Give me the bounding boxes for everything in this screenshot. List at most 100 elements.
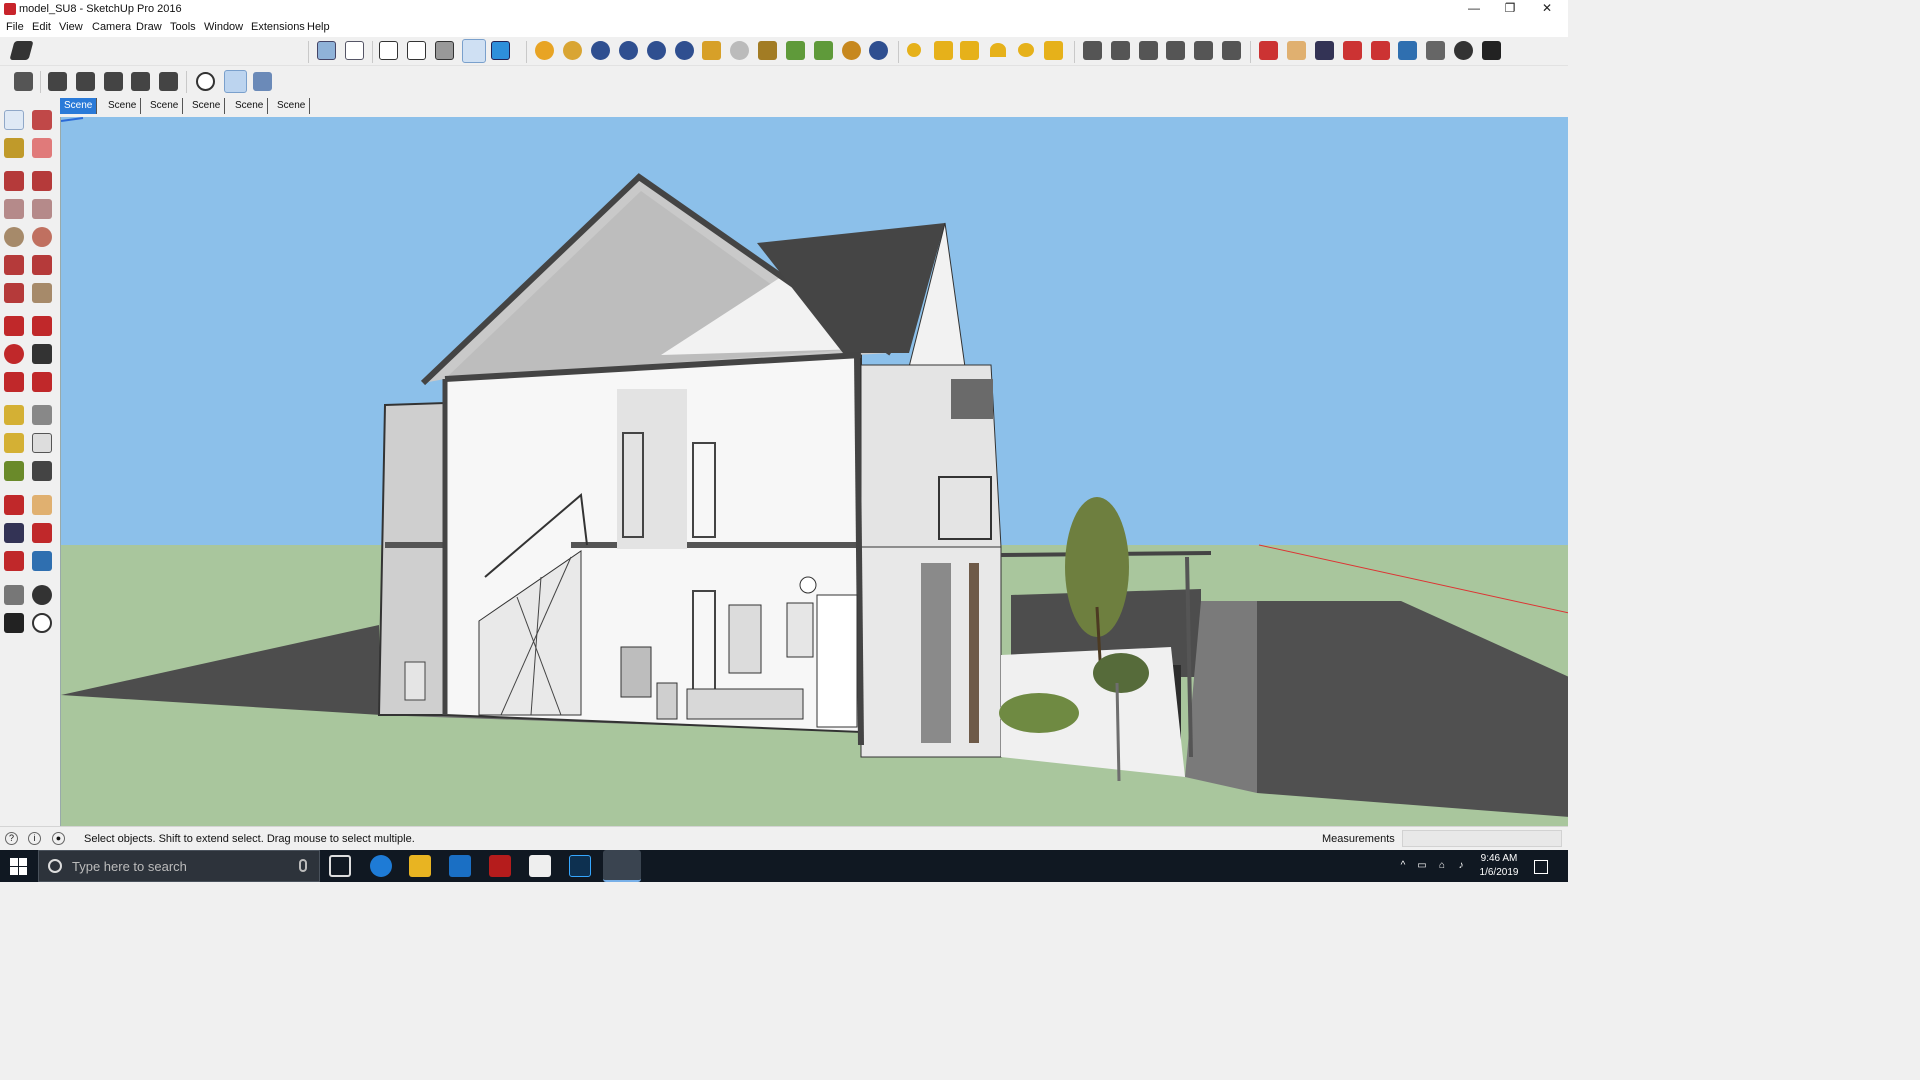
- scale-tool-icon[interactable]: [4, 372, 24, 392]
- rectangle-tool-icon[interactable]: [4, 199, 24, 219]
- zoom-icon[interactable]: [1315, 41, 1334, 60]
- orbit-icon[interactable]: [1259, 41, 1278, 60]
- help-question-icon[interactable]: [675, 41, 694, 60]
- plant-group-icon[interactable]: [814, 41, 833, 60]
- zoom-extents-tool-icon[interactable]: [4, 551, 24, 571]
- taskbar-clock[interactable]: 9:46 AM 1/6/2019: [1476, 852, 1522, 880]
- dome-light-icon[interactable]: [990, 43, 1006, 57]
- store-icon[interactable]: [449, 855, 471, 877]
- extension-tag-icon[interactable]: [702, 41, 721, 60]
- zoom-window-tool-icon[interactable]: [32, 523, 52, 543]
- three-point-arc-icon[interactable]: [4, 283, 24, 303]
- extension-m-icon[interactable]: [535, 41, 554, 60]
- pause-icon[interactable]: [869, 41, 888, 60]
- tab-scene-5[interactable]: Scene 5: [231, 98, 269, 127]
- line-tool-icon[interactable]: [4, 171, 24, 191]
- lamp-icon[interactable]: [934, 41, 953, 60]
- measurements-input[interactable]: [1402, 830, 1562, 847]
- light-sphere-icon[interactable]: [1018, 43, 1034, 57]
- component-1-icon[interactable]: [48, 72, 67, 91]
- 3d-text-icon[interactable]: [32, 461, 52, 481]
- sketchup-taskbar-icon[interactable]: [603, 850, 641, 882]
- polygon-tool-icon[interactable]: [32, 227, 52, 247]
- zoom-window-icon[interactable]: [1343, 41, 1362, 60]
- menu-help[interactable]: Help: [307, 21, 330, 33]
- menu-tools[interactable]: Tools: [170, 21, 196, 33]
- tab-scene-1[interactable]: Scene 1: [60, 98, 98, 127]
- plant-icon[interactable]: [786, 41, 805, 60]
- battery-icon[interactable]: ▭: [1416, 860, 1428, 872]
- view-iso-icon[interactable]: [1083, 41, 1102, 60]
- extension-r-icon[interactable]: [591, 41, 610, 60]
- rotated-rectangle-icon[interactable]: [32, 199, 52, 219]
- spotlight-icon[interactable]: [960, 41, 979, 60]
- extension-rt-icon[interactable]: [619, 41, 638, 60]
- section-plane-icon[interactable]: [196, 72, 215, 91]
- freehand-tool-icon[interactable]: [32, 171, 52, 191]
- zoom-tool-icon[interactable]: [4, 523, 24, 543]
- component-5-icon[interactable]: [159, 72, 178, 91]
- component-2-icon[interactable]: [76, 72, 95, 91]
- dimension-tool-icon[interactable]: [32, 405, 52, 425]
- menu-view[interactable]: View: [59, 21, 83, 33]
- volume-icon[interactable]: ♪: [1455, 860, 1467, 872]
- menu-draw[interactable]: Draw: [136, 21, 162, 33]
- view-back-icon[interactable]: [1194, 41, 1213, 60]
- photoshop-icon[interactable]: [569, 855, 591, 877]
- menu-edit[interactable]: Edit: [32, 21, 51, 33]
- tab-scene-2[interactable]: Scene 2: [104, 98, 142, 127]
- target-icon[interactable]: [842, 41, 861, 60]
- eraser-icon[interactable]: [32, 138, 52, 158]
- info-icon[interactable]: i: [28, 832, 41, 845]
- tab-scene-6[interactable]: Scene 6: [273, 98, 311, 127]
- position-camera-icon[interactable]: [1426, 41, 1445, 60]
- back-edges-style-icon[interactable]: [345, 41, 364, 60]
- taskbar-search-box[interactable]: Type here to search: [38, 850, 320, 882]
- wireframe-style-icon[interactable]: [379, 41, 398, 60]
- offset-tool-icon[interactable]: [32, 372, 52, 392]
- light-wand-icon[interactable]: [1044, 41, 1063, 60]
- display-section-cuts-icon[interactable]: [253, 72, 272, 91]
- close-button[interactable]: ✕: [1529, 0, 1565, 19]
- monochrome-style-icon[interactable]: [491, 41, 510, 60]
- look-around-tool-icon[interactable]: [32, 585, 52, 605]
- two-point-arc-icon[interactable]: [32, 255, 52, 275]
- paint-bucket-icon[interactable]: [4, 138, 24, 158]
- orbit-tool-icon[interactable]: [4, 495, 24, 515]
- tray-overflow-icon[interactable]: ^: [1397, 860, 1409, 872]
- shaded-style-icon[interactable]: [435, 41, 454, 60]
- protractor-icon[interactable]: [4, 433, 24, 453]
- hidden-line-style-icon[interactable]: [407, 41, 426, 60]
- view-right-icon[interactable]: [1166, 41, 1185, 60]
- position-camera-tool-icon[interactable]: [4, 585, 24, 605]
- layers-icon[interactable]: [14, 72, 33, 91]
- push-pull-icon[interactable]: [32, 316, 52, 336]
- task-view-icon[interactable]: [329, 855, 351, 877]
- move-tool-icon[interactable]: [4, 316, 24, 336]
- shadows-toggle-icon[interactable]: [9, 41, 34, 60]
- geolocation-icon[interactable]: ?: [5, 832, 18, 845]
- tape-measure-icon[interactable]: [4, 405, 24, 425]
- user-icon[interactable]: ●: [52, 832, 65, 845]
- section-plane-tool-icon[interactable]: [32, 613, 52, 633]
- sphere-icon[interactable]: [730, 41, 749, 60]
- pan-tool-icon[interactable]: [32, 495, 52, 515]
- walk-tool-icon[interactable]: [4, 613, 24, 633]
- zoom-extents-icon[interactable]: [1371, 41, 1390, 60]
- notifications-icon[interactable]: [1534, 860, 1548, 874]
- menu-window[interactable]: Window: [204, 21, 243, 33]
- previous-tool-icon[interactable]: [32, 551, 52, 571]
- text-tool-icon[interactable]: [32, 433, 52, 453]
- view-front-icon[interactable]: [1139, 41, 1158, 60]
- follow-me-icon[interactable]: [32, 344, 52, 364]
- view-top-icon[interactable]: [1111, 41, 1130, 60]
- network-icon[interactable]: ⌂: [1436, 860, 1448, 872]
- menu-camera[interactable]: Camera: [92, 21, 131, 33]
- minimize-button[interactable]: —: [1456, 0, 1492, 19]
- menu-file[interactable]: File: [6, 21, 24, 33]
- walk-icon[interactable]: [1482, 41, 1501, 60]
- menu-extensions[interactable]: Extensions: [251, 21, 305, 33]
- mail-icon[interactable]: [529, 855, 551, 877]
- tab-scene-3[interactable]: Scene 3: [146, 98, 184, 127]
- circle-tool-icon[interactable]: [4, 227, 24, 247]
